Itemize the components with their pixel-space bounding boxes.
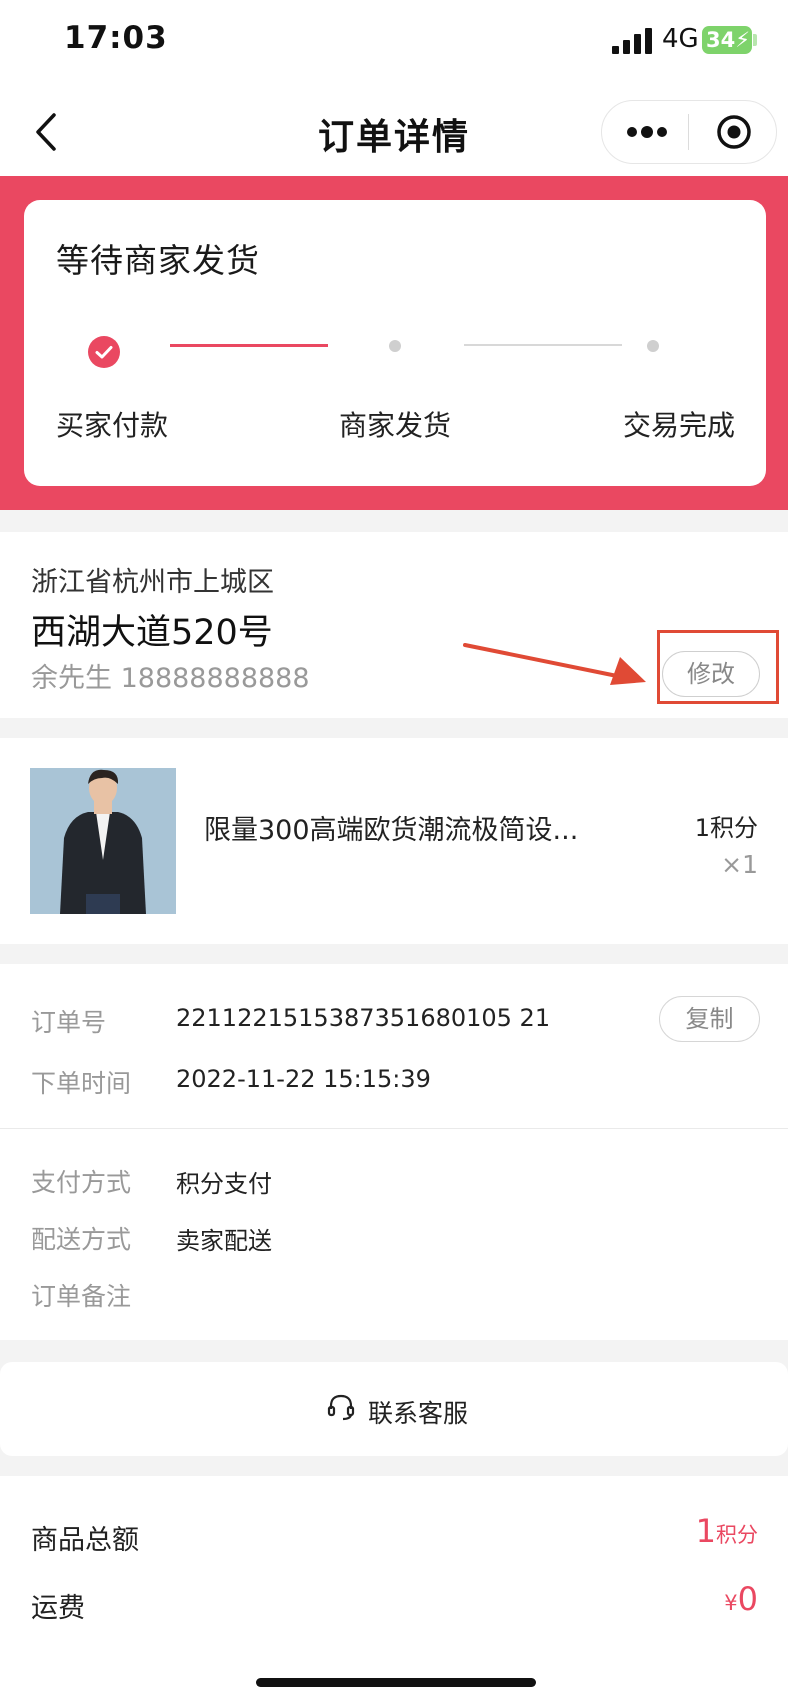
check-icon xyxy=(95,346,113,359)
shipping-fee-value: 0 xyxy=(737,1580,758,1618)
annotation-arrow xyxy=(463,643,646,685)
product-photo xyxy=(30,768,176,914)
totals-section xyxy=(0,1476,788,1700)
address-street: 西湖大道520号 xyxy=(31,613,273,653)
step-pending-dot xyxy=(647,340,659,352)
shipping-fee-amount: ¥0 xyxy=(724,1580,758,1618)
order-number-value: 2211221515387351680105 21 xyxy=(176,1004,551,1032)
goods-total-unit: 积分 xyxy=(716,1523,758,1547)
order-status-title: 等待商家发货 xyxy=(56,241,260,280)
section-divider xyxy=(0,1128,788,1129)
close-miniapp-icon[interactable] xyxy=(716,114,752,150)
product-name[interactable]: 限量300高端欧货潮流极简设... xyxy=(204,808,604,847)
step-done-indicator xyxy=(88,336,120,368)
delivery-method-label: 配送方式 xyxy=(31,1225,132,1254)
order-number-label: 订单号 xyxy=(31,1008,107,1037)
battery-level: 34 xyxy=(706,28,736,52)
shipping-fee-currency: ¥ xyxy=(724,1591,738,1615)
status-time: 17:03 xyxy=(64,20,168,56)
product-quantity: ×1 xyxy=(721,850,758,879)
step-label-paid: 买家付款 xyxy=(56,409,169,442)
goods-total-amount: 1积分 xyxy=(696,1512,758,1550)
shipping-fee-label: 运费 xyxy=(31,1593,85,1624)
order-time-value: 2022-11-22 15:15:39 xyxy=(176,1065,431,1093)
annotation-highlight-box xyxy=(657,630,779,704)
step-pending-dot xyxy=(389,340,401,352)
more-icon[interactable] xyxy=(626,122,668,142)
payment-method-value: 积分支付 xyxy=(176,1170,272,1198)
copy-order-button[interactable]: 复制 xyxy=(659,996,760,1042)
order-time-label: 下单时间 xyxy=(31,1069,132,1098)
headset-icon xyxy=(327,1394,355,1421)
order-remark-label: 订单备注 xyxy=(31,1282,132,1311)
contact-service-label: 联系客服 xyxy=(368,1399,469,1428)
product-price: 1积分 xyxy=(694,814,758,842)
goods-total-value: 1 xyxy=(695,1512,716,1550)
network-type: 4G xyxy=(662,24,699,54)
step-label-complete: 交易完成 xyxy=(623,409,736,442)
battery-icon: 34⚡ xyxy=(702,26,752,54)
home-indicator xyxy=(256,1678,536,1687)
battery-tip xyxy=(753,34,757,46)
address-contact: 余先生 18888888888 xyxy=(31,663,310,694)
address-region: 浙江省杭州市上城区 xyxy=(31,567,274,598)
payment-method-label: 支付方式 xyxy=(31,1168,132,1197)
capsule-divider xyxy=(688,114,689,150)
signal-icon xyxy=(612,28,652,54)
progress-line-done xyxy=(170,344,328,347)
step-label-shipping: 商家发货 xyxy=(339,409,452,442)
goods-total-label: 商品总额 xyxy=(31,1525,139,1556)
product-image[interactable] xyxy=(30,768,176,914)
progress-line-pending xyxy=(464,344,622,346)
delivery-method-value: 卖家配送 xyxy=(176,1227,272,1255)
